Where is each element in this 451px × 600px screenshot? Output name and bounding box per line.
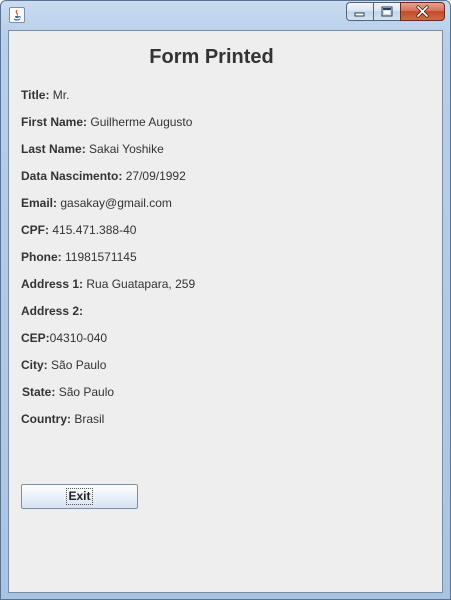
field-label: CPF: bbox=[21, 223, 49, 237]
field-country: Country: Brasil bbox=[21, 411, 104, 427]
title-bar[interactable] bbox=[1, 1, 450, 28]
field-label: Email: bbox=[21, 196, 58, 210]
exit-button[interactable]: Exit bbox=[21, 484, 138, 509]
minimize-button[interactable] bbox=[346, 2, 373, 21]
field-phone: Phone: 11981571145 bbox=[21, 249, 137, 265]
field-label: First Name: bbox=[21, 115, 88, 129]
field-label: Address 1: bbox=[21, 277, 84, 291]
field-value: Rua Guatapara, 259 bbox=[86, 277, 196, 291]
maximize-button[interactable] bbox=[373, 2, 400, 21]
java-icon[interactable] bbox=[9, 7, 25, 23]
field-value: 04310-040 bbox=[49, 331, 108, 345]
field-city: City: São Paulo bbox=[21, 357, 106, 373]
field-address-2: Address 2: bbox=[21, 303, 83, 319]
field-email: Email: gasakay@gmail.com bbox=[21, 195, 172, 211]
field-first-name: First Name: Guilherme Augusto bbox=[21, 114, 192, 130]
field-birth-date: Data Nascimento: 27/09/1992 bbox=[21, 168, 186, 184]
maximize-icon bbox=[381, 6, 393, 17]
field-label: Title: bbox=[21, 88, 50, 102]
exit-button-label: Exit bbox=[66, 488, 93, 505]
field-label: Country: bbox=[21, 412, 71, 426]
minimize-icon bbox=[354, 12, 365, 17]
field-label: CEP: bbox=[21, 331, 50, 345]
field-state: State: São Paulo bbox=[22, 384, 114, 400]
field-cpf: CPF: 415.471.388-40 bbox=[21, 222, 136, 238]
field-label: Last Name: bbox=[21, 142, 86, 156]
field-value: Brasil bbox=[74, 412, 105, 426]
field-value: Mr. bbox=[52, 88, 70, 102]
field-label: City: bbox=[21, 358, 48, 372]
field-label: Data Nascimento: bbox=[21, 169, 123, 183]
field-address-1: Address 1: Rua Guatapara, 259 bbox=[21, 276, 195, 292]
field-value: São Paulo bbox=[58, 385, 115, 399]
form-panel: Form Printed Title: Mr. First Name: Guil… bbox=[8, 30, 443, 593]
field-value: 27/09/1992 bbox=[125, 169, 186, 183]
field-value: gasakay@gmail.com bbox=[60, 196, 172, 210]
close-icon bbox=[416, 5, 429, 18]
field-value: 415.471.388-40 bbox=[52, 223, 137, 237]
field-title: Title: Mr. bbox=[21, 87, 69, 103]
field-value: Sakai Yoshike bbox=[89, 142, 164, 156]
field-label: Phone: bbox=[21, 250, 62, 264]
field-last-name: Last Name: Sakai Yoshike bbox=[21, 141, 164, 157]
page-title: Form Printed bbox=[149, 46, 274, 68]
field-value: Guilherme Augusto bbox=[90, 115, 193, 129]
field-value: São Paulo bbox=[51, 358, 107, 372]
app-window: Form Printed Title: Mr. First Name: Guil… bbox=[0, 0, 451, 600]
field-label: Address 2: bbox=[21, 304, 84, 318]
field-value: 11981571145 bbox=[65, 250, 137, 264]
close-button[interactable] bbox=[400, 2, 445, 21]
field-label: State: bbox=[22, 385, 56, 399]
field-cep: CEP:04310-040 bbox=[21, 330, 107, 346]
